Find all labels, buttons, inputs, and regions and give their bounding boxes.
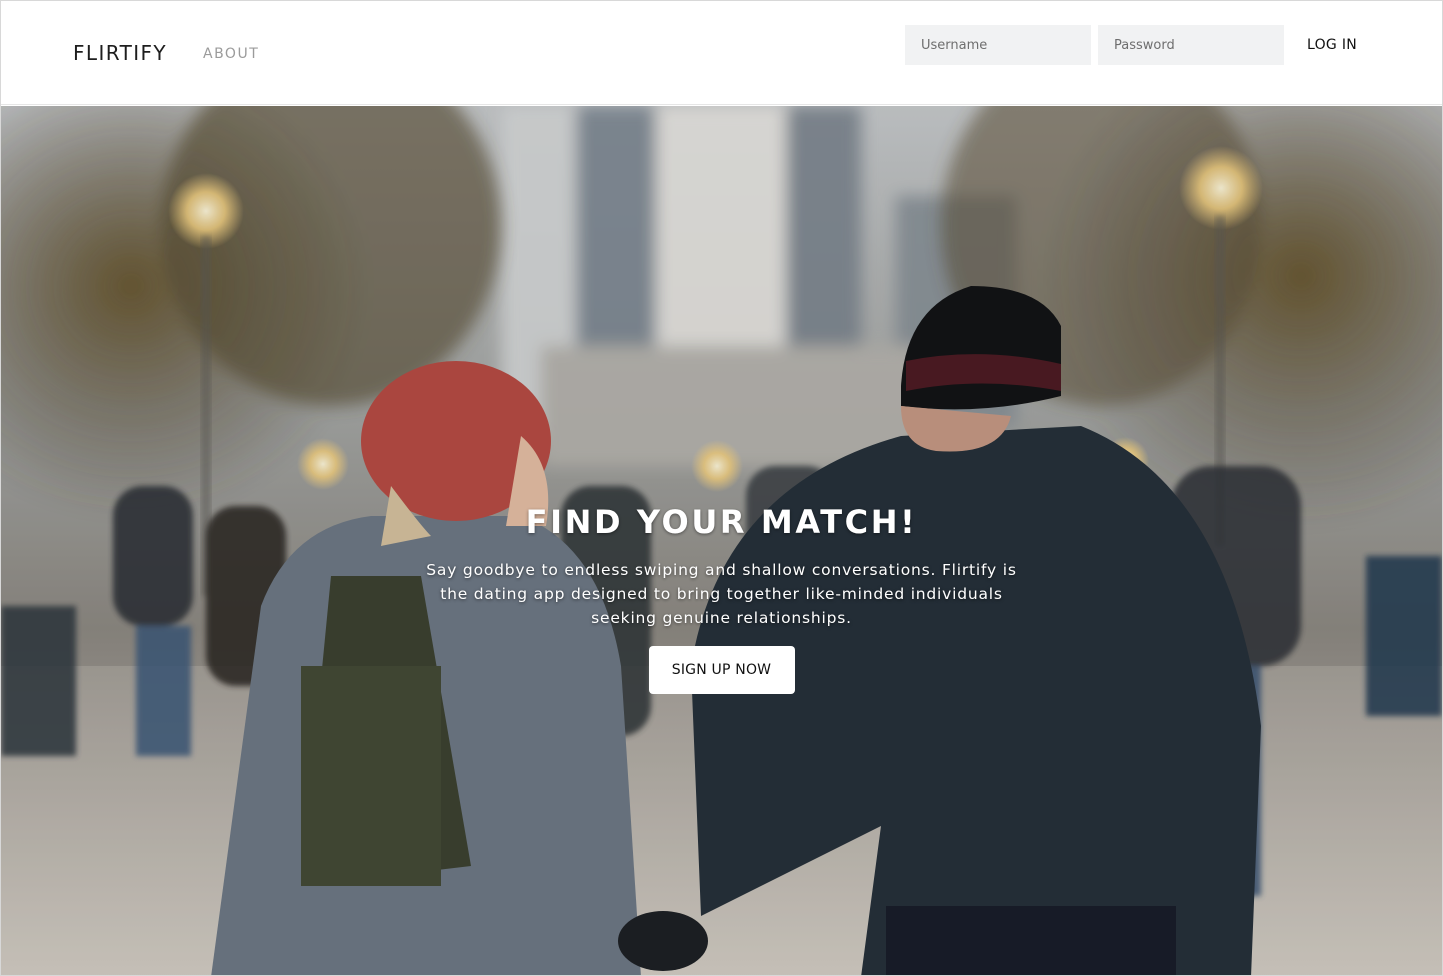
hero-title: FIND YOUR MATCH!: [525, 503, 918, 541]
brand-logo[interactable]: FLIRTIFY: [73, 41, 167, 65]
password-input[interactable]: [1098, 25, 1284, 65]
sign-up-button[interactable]: SIGN UP NOW: [648, 646, 795, 694]
username-input[interactable]: [905, 25, 1091, 65]
hero-section: FIND YOUR MATCH! Say goodbye to endless …: [1, 106, 1442, 975]
nav-link-about[interactable]: ABOUT: [203, 45, 259, 63]
page: FLIRTIFY ABOUT LOG IN: [0, 0, 1443, 976]
hero-content: FIND YOUR MATCH! Say goodbye to endless …: [1, 502, 1442, 694]
login-button[interactable]: LOG IN: [1297, 33, 1367, 57]
top-navbar: FLIRTIFY ABOUT LOG IN: [1, 1, 1442, 105]
hero-description: Say goodbye to endless swiping and shall…: [426, 561, 1017, 627]
